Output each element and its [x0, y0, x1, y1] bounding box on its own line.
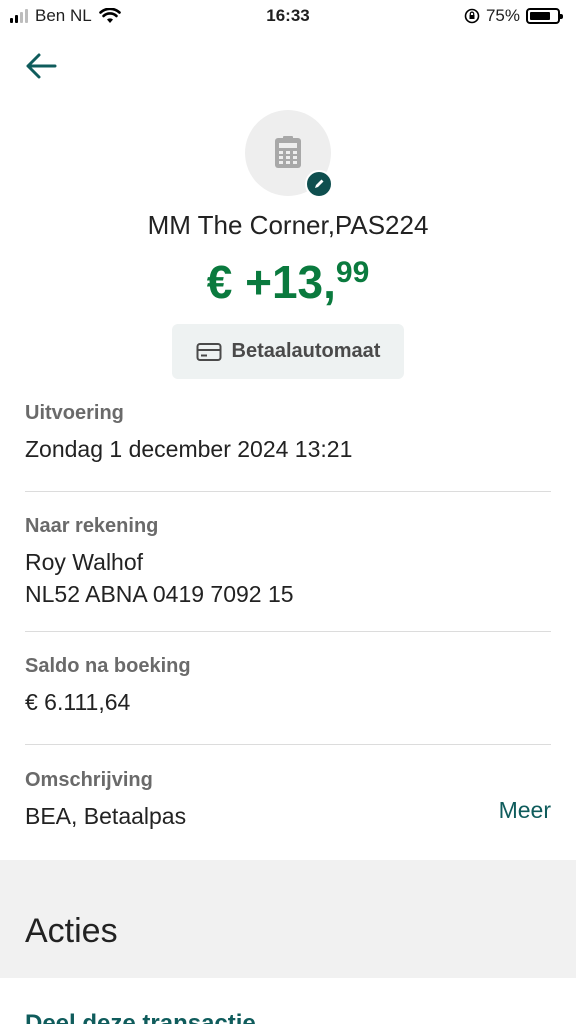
divider	[25, 631, 551, 632]
amount-cents: 99	[335, 256, 370, 289]
edit-category-button[interactable]	[305, 170, 333, 198]
battery-icon	[526, 8, 563, 24]
transaction-type-label: Betaalautomaat	[231, 340, 381, 362]
more-link[interactable]: Meer	[499, 797, 551, 824]
actions-section: Acties	[0, 860, 576, 978]
amount-main: € +13,	[206, 256, 336, 308]
to-account-iban: NL52 ABNA 0419 7092 15	[25, 581, 294, 607]
battery-percent: 75%	[485, 6, 520, 25]
description-label: Omschrijving	[25, 769, 153, 791]
description-section: Omschrijving BEA, Betaalpas	[25, 769, 465, 832]
credit-card-icon	[196, 342, 222, 361]
transaction-amount: € +13,99	[0, 255, 576, 309]
to-account-section: Naar rekening Roy Walhof NL52 ABNA 0419 …	[25, 515, 551, 610]
pencil-icon	[315, 179, 324, 188]
to-account-label: Naar rekening	[25, 515, 159, 537]
balance-label: Saldo na boeking	[25, 655, 191, 677]
status-right: 75%	[464, 6, 563, 26]
execution-section: Uitvoering Zondag 1 december 2024 13:21	[25, 402, 551, 465]
actions-title: Acties	[25, 912, 118, 950]
merchant-name: MM The Corner,PAS224	[147, 210, 429, 240]
calculator-icon	[275, 136, 301, 168]
to-account-name: Roy Walhof	[25, 549, 144, 575]
balance-section: Saldo na boeking € 6.111,64	[25, 655, 551, 718]
description-value: BEA, Betaalpas	[25, 803, 187, 829]
transaction-type-chip: Betaalautomaat	[172, 324, 404, 379]
execution-value: Zondag 1 december 2024 13:21	[25, 436, 353, 462]
execution-label: Uitvoering	[25, 402, 124, 424]
divider	[25, 491, 551, 492]
share-transaction-link[interactable]: Deel deze transactie	[25, 1010, 256, 1024]
arrow-left-icon	[26, 53, 57, 79]
balance-value: € 6.111,64	[25, 689, 131, 715]
divider	[25, 744, 551, 745]
battery-level	[530, 12, 550, 20]
back-button[interactable]	[24, 48, 64, 84]
status-bar: Ben NL 16:33 75%	[0, 0, 576, 34]
orientation-lock-icon	[464, 8, 480, 24]
